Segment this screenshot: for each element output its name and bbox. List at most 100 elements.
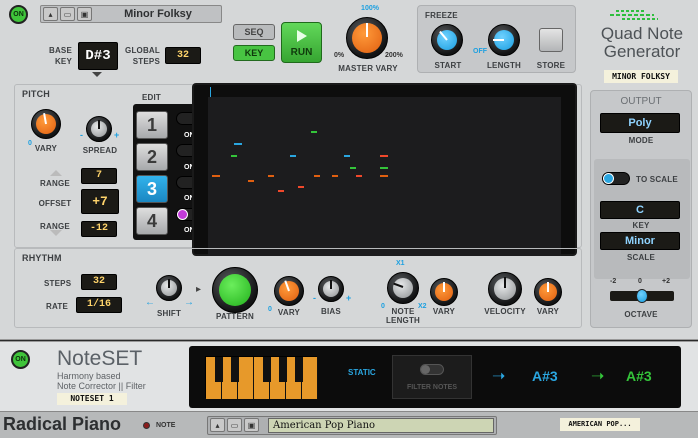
master-vary-knob[interactable] [346,17,388,59]
play-icon [297,30,307,42]
edit-step-3-button[interactable]: 3 [136,175,168,203]
rp-save-icon[interactable]: ▣ [244,418,259,432]
note-length-label: NOTE LENGTH [385,307,421,325]
edit-step-1-button[interactable]: 1 [136,111,168,139]
noteset-desc-1: Harmony based [57,371,121,381]
noteset-display: STATIC FILTER NOTES ➝ A#3 ➝ A#3 [189,346,681,408]
patch-tape-label: MINOR FOLKSY [604,70,678,83]
note-length-x1: X1 [396,260,405,267]
bias-minus: - [313,293,316,303]
freeze-start-knob[interactable] [431,24,463,56]
shift-right-icon: → [184,297,194,308]
bias-plus: + [346,293,352,303]
noteset-panel: ON NoteSET Harmony based Note Corrector … [0,341,698,411]
octave-mid-label: 0 [638,278,642,285]
rp-patch-browser: ▴ ▭ ▣ American Pop Piano [207,416,497,435]
note-length-knob[interactable] [387,272,419,304]
bias-label: BIAS [321,307,341,316]
noteset-tape-label: NOTESET 1 [57,393,127,405]
range-top-label: RANGE [40,179,70,188]
freeze-off-label: OFF [473,48,487,55]
mode-label: MODE [628,136,654,145]
edit-step-3-label: 3 [146,178,157,199]
input-note-display: A#3 [532,368,558,384]
range-bottom-display[interactable]: -12 [81,221,117,237]
filter-notes-label: FILTER NOTES [406,384,458,391]
run-button[interactable]: RUN [281,22,322,63]
range-down-icon [50,230,62,236]
spread-minus: - [80,130,83,140]
freeze-length-label: LENGTH [486,61,522,70]
rhythm-rate-label: RATE [46,302,68,311]
quad-note-generator-panel: ON ▴ ▭ ▣ Minor Folksy BASE KEY D#3 GLOBA… [0,0,698,340]
input-arrow-icon: ➝ [492,368,506,385]
shift-knob[interactable] [156,275,182,301]
note-length-vary-label: VARY [432,307,456,316]
store-label: STORE [536,61,566,70]
filter-notes-toggle[interactable] [420,364,444,375]
base-key-display[interactable]: D#3 [78,42,118,70]
key-display[interactable]: C [600,201,680,219]
patch-prev-button[interactable]: ▴ [43,7,58,21]
octave-slider-thumb[interactable] [636,289,648,303]
scale-display[interactable]: Minor [600,232,680,250]
key-label: KEY [632,221,650,230]
radical-piano-panel: Radical Piano NOTE ▴ ▭ ▣ American Pop Pi… [0,411,698,438]
note-display[interactable] [192,83,577,256]
noteset-power-button[interactable]: ON [11,350,30,369]
master-vary-min-label: 0% [334,52,345,59]
playhead-marker [210,87,211,97]
octave-max-label: +2 [662,278,670,285]
pattern-arrow-icon: ▸ [196,284,202,295]
save-icon[interactable]: ▣ [77,7,92,21]
scale-label: SCALE [626,253,656,262]
note-grid [208,97,561,256]
patch-name[interactable]: Minor Folksy [97,6,219,22]
global-steps-display[interactable]: 32 [165,47,201,64]
to-scale-toggle[interactable] [602,172,630,185]
noteset-title: NoteSET [57,347,143,370]
static-label: STATIC [348,368,376,377]
bias-knob[interactable] [318,276,344,302]
pitch-spread-label: SPREAD [82,146,118,155]
edit-step-4-button[interactable]: 4 [136,207,168,235]
rhythm-steps-label: STEPS [44,279,72,288]
seq-button[interactable]: SEQ [233,24,275,40]
folder-icon[interactable]: ▭ [60,7,75,21]
noteset-power-label: ON [15,356,26,363]
rhythm-vary-knob[interactable] [274,276,304,306]
shift-label: SHIFT [156,309,182,318]
run-label: RUN [290,47,313,58]
rp-patch-prev-button[interactable]: ▴ [210,418,225,432]
note-led-icon [143,422,150,429]
master-vary-max-label: 200% [385,52,403,59]
edit-step-4-label: 4 [146,210,157,231]
note-length-vary-knob[interactable] [430,278,458,306]
rhythm-rate-display[interactable]: 1/16 [76,297,122,313]
output-title: OUTPUT [620,96,662,107]
octave-slider[interactable] [610,289,674,303]
master-vary-mid-label: 100% [361,5,379,12]
velocity-knob[interactable] [488,272,522,306]
power-button[interactable]: ON [9,5,28,24]
rp-patch-name[interactable]: American Pop Piano [268,418,494,433]
edit-step-2-button[interactable]: 2 [136,143,168,171]
velocity-vary-knob[interactable] [534,278,562,306]
freeze-label: FREEZE [425,11,458,20]
rhythm-steps-display[interactable]: 32 [81,274,117,290]
offset-display[interactable]: +7 [81,189,119,214]
range-top-display[interactable]: 7 [81,168,117,184]
key-button[interactable]: KEY [233,45,275,61]
freeze-length-knob[interactable] [488,24,520,56]
keyboard-display[interactable] [205,356,318,399]
rhythm-vary-label: VARY [277,308,301,317]
pitch-spread-knob[interactable] [86,116,112,142]
mode-display[interactable]: Poly [600,113,680,133]
noteset-desc-2: Note Corrector || Filter [57,381,146,391]
pitch-vary-knob[interactable] [31,109,61,139]
store-button[interactable] [539,28,563,52]
octave-label: OCTAVE [624,310,658,319]
rp-folder-icon[interactable]: ▭ [227,418,242,432]
base-key-dropdown-icon[interactable] [92,72,102,77]
pattern-knob[interactable] [212,267,258,313]
